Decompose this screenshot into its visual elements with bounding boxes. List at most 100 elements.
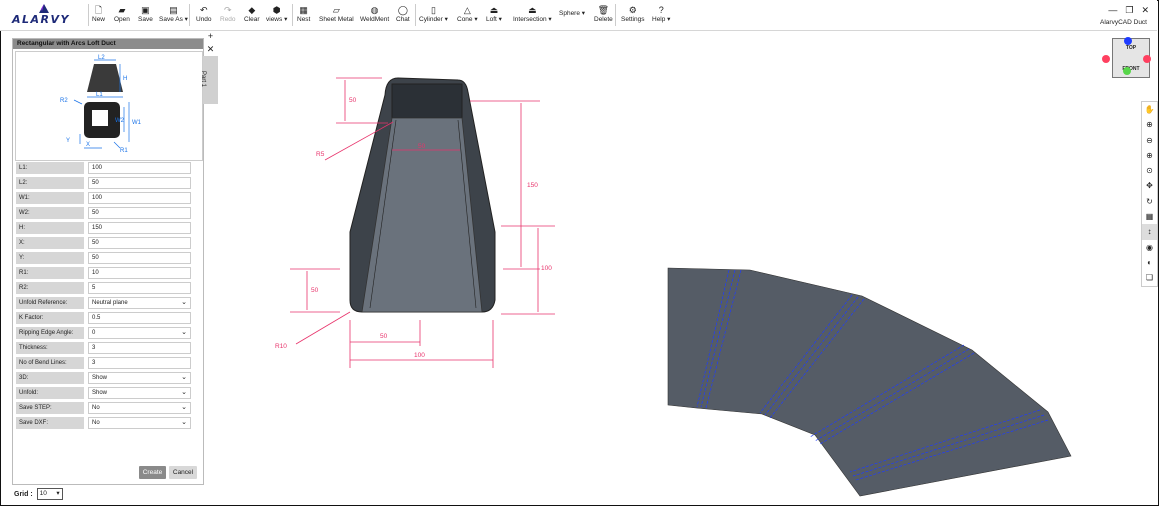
intersection-dropdown[interactable]: ⏏ Intersection ▾ [513, 5, 552, 27]
zoom-fit-icon[interactable]: ⊙ [1142, 163, 1157, 178]
axis-x2-dot [1143, 55, 1151, 63]
add-part-button[interactable]: + [203, 30, 218, 43]
redo-button[interactable]: ↷ Redo [220, 5, 236, 27]
clear-button[interactable]: ◆ Clear [244, 5, 260, 27]
minimize-icon[interactable]: — [1108, 5, 1117, 16]
param-select[interactable]: Neutral plane ⌄ [88, 297, 191, 309]
param-row: No of Bend Lines: 3 [16, 357, 201, 369]
param-input[interactable]: 0.5 [88, 312, 191, 324]
save-as-icon: ▤ [169, 5, 178, 15]
main-toolbar: ALARVY 🗋 New ▰ Open ▣ Save ▤ Save As ▾ ↶ Undo… [0, 0, 1157, 31]
param-input[interactable]: 100 [88, 162, 191, 174]
rotate-icon[interactable]: ↻ [1142, 194, 1157, 209]
help-dropdown[interactable]: ? Help ▾ [652, 5, 670, 27]
chat-button[interactable]: ◯ Chat [396, 5, 410, 27]
param-input[interactable]: 50 [88, 252, 191, 264]
nest-button[interactable]: ▦ Nest [297, 5, 310, 27]
param-input[interactable]: 100 [88, 192, 191, 204]
svg-text:H: H [123, 76, 127, 82]
new-file-icon: 🗋 [94, 5, 103, 15]
visibility-icon[interactable]: ◉ [1142, 240, 1157, 255]
tab-part-1[interactable]: Part 1 [200, 56, 218, 104]
param-select[interactable]: No ⌄ [88, 417, 191, 429]
pan-hand-icon[interactable]: ✋ [1142, 102, 1157, 117]
param-input[interactable]: 50 [88, 237, 191, 249]
undo-icon: ↶ [200, 5, 208, 15]
cube-icon: ⬢ [272, 5, 281, 15]
param-label: No of Bend Lines: [16, 357, 84, 369]
param-input[interactable]: 150 [88, 222, 191, 234]
param-row: H: 150 [16, 222, 201, 234]
svg-text:R2: R2 [60, 98, 68, 104]
param-label: L1: [16, 162, 84, 174]
zoom-in-icon[interactable]: ⊕ [1142, 117, 1157, 132]
param-label: Unfold Reference: [16, 297, 84, 309]
param-select[interactable]: 0 ⌄ [88, 327, 191, 339]
param-label: 3D: [16, 372, 84, 384]
param-input[interactable]: 5 [88, 282, 191, 294]
param-select[interactable]: No ⌄ [88, 402, 191, 414]
save-as-button[interactable]: ▤ Save As ▾ [159, 5, 188, 27]
loft-icon: ⏏ [489, 5, 499, 15]
cylinder-dropdown[interactable]: ▯ Cylinder ▾ [419, 5, 448, 27]
zoom-window-icon[interactable]: ⊕ [1142, 148, 1157, 163]
zoom-out-icon[interactable]: ⊖ [1142, 133, 1157, 148]
create-button[interactable]: Create [139, 466, 166, 479]
param-label: X: [16, 237, 84, 249]
param-label: Save DXF: [16, 417, 84, 429]
grid-label: Grid : [14, 490, 33, 498]
weldment-button[interactable]: ◍ WeldMent [360, 5, 389, 27]
chevron-down-icon: ⌄ [181, 329, 187, 336]
svg-text:W1: W1 [132, 120, 142, 126]
svg-text:X: X [86, 142, 90, 148]
param-row: Unfold: Show ⌄ [16, 387, 201, 399]
app-title: AlarvyCAD Duct [1100, 19, 1147, 26]
measure-icon[interactable]: ↕ [1142, 224, 1157, 240]
svg-text:L2: L2 [98, 55, 105, 61]
param-input[interactable]: 10 [88, 267, 191, 279]
open-button[interactable]: ▰ Open [114, 5, 130, 27]
grid-icon[interactable]: ▦ [1142, 209, 1157, 224]
cancel-button[interactable]: Cancel [169, 466, 197, 479]
param-input[interactable]: 3 [88, 342, 191, 354]
close-part-icon[interactable]: ✕ [203, 43, 218, 56]
param-input[interactable]: 50 [88, 177, 191, 189]
undo-button[interactable]: ↶ Undo [196, 5, 212, 27]
param-row: Y: 50 [16, 252, 201, 264]
chevron-down-icon: ⌄ [181, 419, 187, 426]
sheet-metal-button[interactable]: ▱ Sheet Metal [319, 5, 354, 27]
contrast-icon[interactable]: ◐ [1142, 255, 1157, 270]
layers-icon[interactable]: ❏ [1142, 270, 1157, 285]
settings-button[interactable]: ⚙ Settings [621, 5, 645, 27]
new-button[interactable]: 🗋 New [92, 5, 105, 27]
param-row: Save STEP: No ⌄ [16, 402, 201, 414]
param-row: Save DXF: No ⌄ [16, 417, 201, 429]
axis-x-dot [1102, 55, 1110, 63]
param-input[interactable]: 50 [88, 207, 191, 219]
param-label: W2: [16, 207, 84, 219]
dimension-diagram-icon: L2 H L1 R2 W2 W1 Y X R1 [60, 55, 142, 154]
parameters-panel: Rectangular with Arcs Loft Duct L2 H L1 … [12, 38, 204, 485]
delete-button[interactable]: 🗑 Delete [594, 5, 613, 27]
save-icon: ▣ [141, 5, 150, 15]
param-label: W1: [16, 192, 84, 204]
loft-dropdown[interactable]: ⏏ Loft ▾ [486, 5, 502, 27]
restore-icon[interactable]: ❐ [1125, 5, 1133, 16]
param-input[interactable]: 3 [88, 357, 191, 369]
intersection-icon: ⏏ [528, 5, 537, 15]
close-icon[interactable]: ✕ [1141, 5, 1149, 16]
param-row: K Factor: 0.5 [16, 312, 201, 324]
axis-y-dot [1124, 37, 1132, 45]
alarvy-logo: ALARVY [8, 3, 86, 27]
sphere-dropdown[interactable]: Sphere ▾ [559, 10, 585, 32]
grid-select[interactable]: 10 ▾ [36, 488, 63, 500]
param-select[interactable]: Show ⌄ [88, 372, 191, 384]
part-tabs: + ✕ Part 1 [200, 30, 218, 104]
move-icon[interactable]: ✥ [1142, 178, 1157, 193]
param-select[interactable]: Show ⌄ [88, 387, 191, 399]
eraser-icon: ◆ [248, 5, 256, 15]
save-button[interactable]: ▣ Save [138, 5, 153, 27]
views-dropdown[interactable]: ⬢ views ▾ [266, 5, 287, 27]
cone-dropdown[interactable]: △ Cone ▾ [457, 5, 478, 27]
axis-z-dot [1123, 67, 1131, 75]
